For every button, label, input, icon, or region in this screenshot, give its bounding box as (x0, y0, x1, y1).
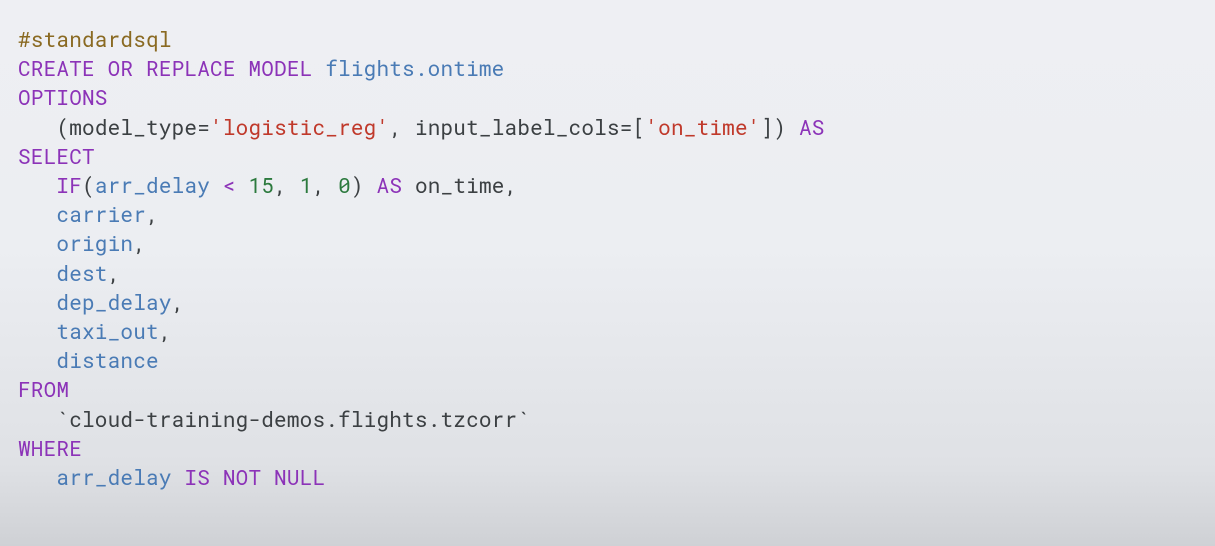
line-4-string-logisticreg: 'logistic_reg' (210, 113, 389, 141)
line-6-trailcomma: , (505, 171, 518, 199)
line-4-comma1: , (389, 113, 415, 141)
line-14-indent (18, 405, 56, 433)
line-12-col-distance: distance (56, 346, 158, 374)
line-12-indent (18, 346, 56, 374)
line-16-col-arrdelay: arr_delay (56, 463, 184, 491)
line-16-keyword-isnotnull: IS NOT NULL (184, 463, 325, 491)
line-14-table: `cloud-training-demos.flights.tzcorr` (56, 405, 530, 433)
line-4-param-modeltype: model_type (69, 113, 197, 141)
line-6-col-arrdelay: arr_delay (95, 171, 223, 199)
line-6-num-15: 15 (248, 171, 274, 199)
line-9-comma: , (108, 259, 121, 287)
line-6-num-0: 0 (338, 171, 351, 199)
line-9-indent (18, 259, 56, 287)
line-4-keyword-as: AS (799, 113, 825, 141)
line-13-keyword-from: FROM (18, 375, 69, 403)
line-6-open: ( (82, 171, 95, 199)
line-11-indent (18, 317, 56, 345)
line-6-op-lt: < (223, 171, 249, 199)
line-6-c1: , (274, 171, 300, 199)
line-6-alias-ontime: on_time (415, 171, 505, 199)
line-7-col-carrier: carrier (56, 200, 146, 228)
line-6-keyword-as: AS (377, 171, 415, 199)
line-10-indent (18, 288, 56, 316)
line-10-col-depdelay: dep_delay (56, 288, 171, 316)
line-6-num-1: 1 (300, 171, 313, 199)
line-4-close: ]) (761, 113, 799, 141)
line-1-comment: #standardsql (18, 25, 172, 53)
line-6-indent (18, 171, 56, 199)
line-8-col-origin: origin (56, 229, 133, 257)
sql-code-block: #standardsql CREATE OR REPLACE MODEL fli… (0, 0, 1215, 492)
line-9-col-dest: dest (56, 259, 107, 287)
line-2-model-name: flights.ontime (325, 54, 504, 82)
line-6-c2: , (313, 171, 339, 199)
line-3-keyword-options: OPTIONS (18, 83, 108, 111)
line-4-open: ( (18, 113, 69, 141)
line-2-keyword-create: CREATE OR REPLACE MODEL (18, 54, 325, 82)
line-8-comma: , (133, 229, 146, 257)
line-6-func-if: IF (56, 171, 82, 199)
line-10-comma: , (172, 288, 185, 316)
line-6-close: ) (351, 171, 377, 199)
line-16-indent (18, 463, 56, 491)
line-7-comma: , (146, 200, 159, 228)
line-15-keyword-where: WHERE (18, 434, 82, 462)
line-4-string-ontime: 'on_time' (645, 113, 760, 141)
line-4-eq2: =[ (620, 113, 646, 141)
line-11-comma: , (159, 317, 172, 345)
line-11-col-taxiout: taxi_out (56, 317, 158, 345)
line-4-eq1: = (197, 113, 210, 141)
line-5-keyword-select: SELECT (18, 142, 95, 170)
line-4-param-inputlabelcols: input_label_cols (415, 113, 620, 141)
line-8-indent (18, 229, 56, 257)
line-7-indent (18, 200, 56, 228)
